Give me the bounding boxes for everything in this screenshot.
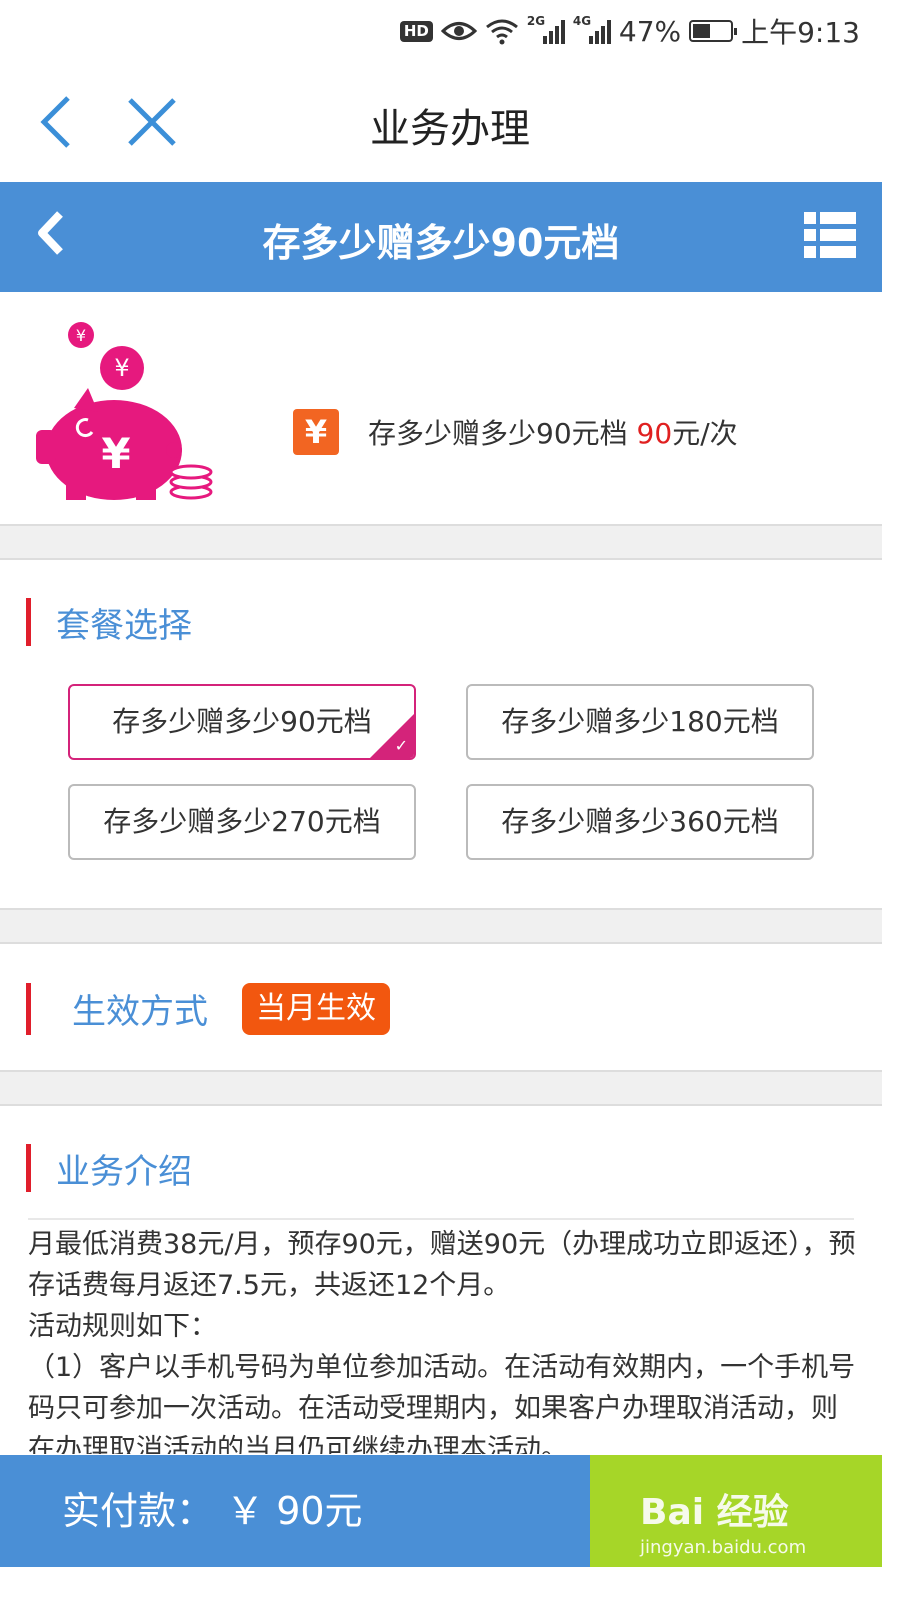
baidu-watermark: Bai 经验 jingyan.baidu.com [640, 1483, 806, 1558]
signal-4g-icon: 4G [573, 14, 611, 44]
bottom-bar: 实付款： ￥ 90元 Bai 经验 jingyan.baidu.com [0, 1455, 900, 1567]
clock: 上午9:13 [741, 16, 860, 49]
effect-section-title: 生效方式 [72, 992, 208, 1032]
svg-text:¥: ¥ [114, 354, 129, 382]
package-option-label: 存多少赠多少270元档 [103, 805, 381, 838]
product-price: 90 [636, 417, 673, 450]
app-header: 业务办理 [0, 62, 900, 182]
intro-divider [28, 1218, 854, 1220]
pay-label: 实付款： [62, 1489, 215, 1533]
section-marker [26, 1144, 31, 1192]
page-title: 存多少赠多少90元档 [262, 221, 620, 265]
page-header: 存多少赠多少90元档 [0, 182, 882, 292]
product-name: 存多少赠多少90元档 [368, 417, 628, 450]
signal-2g-icon: 2G [527, 14, 565, 44]
status-bar: HD 2G 4G 47% 上午9:13 [0, 0, 900, 62]
package-option-360[interactable]: 存多少赠多少360元档 [466, 784, 814, 860]
section-marker [26, 598, 31, 646]
package-option-label: 存多少赠多少360元档 [501, 805, 779, 838]
battery-icon [689, 20, 738, 42]
product-summary: 存多少赠多少90元档 90元/次 [368, 412, 738, 452]
watermark-sub: jingyan.baidu.com [640, 1537, 807, 1558]
product-unit: 元/次 [672, 417, 738, 450]
package-option-270[interactable]: 存多少赠多少270元档 [68, 784, 416, 860]
pay-amount: ￥ 90元 [226, 1489, 363, 1533]
intro-paragraph: （1）客户以手机号码为单位参加活动。在活动有效期内，一个手机号码只可参加一次活动… [28, 1352, 856, 1454]
pay-amount-box: 实付款： ￥ 90元 [0, 1455, 590, 1567]
intro-section-title: 业务介绍 [56, 1152, 192, 1192]
package-section-title: 套餐选择 [56, 606, 192, 646]
svg-text:¥: ¥ [101, 429, 130, 478]
effect-badge[interactable]: 当月生效 [242, 983, 390, 1035]
section-divider [0, 1070, 882, 1106]
intro-text: 月最低消费38元/月，预存90元，赠送90元（办理成功立即返还），预存话费每月返… [28, 1224, 858, 1454]
intro-paragraph: 活动规则如下： [28, 1311, 217, 1342]
piggy-bank-icon: ¥ ¥ ¥ [36, 322, 213, 500]
right-edge [882, 182, 900, 1600]
package-option-90[interactable]: 存多少赠多少90元档 ✓ [68, 684, 416, 760]
yuan-icon: ¥ [293, 409, 339, 455]
package-option-180[interactable]: 存多少赠多少180元档 [466, 684, 814, 760]
list-menu-icon[interactable] [804, 212, 856, 258]
section-marker [26, 983, 31, 1035]
svg-text:¥: ¥ [76, 326, 86, 345]
watermark-main: Bai 经验 [640, 1492, 789, 1533]
package-option-label: 存多少赠多少90元档 [112, 705, 372, 738]
app-title: 业务办理 [370, 106, 530, 152]
status-icons: HD 2G 4G 47% 上午9:13 [399, 12, 860, 50]
package-option-label: 存多少赠多少180元档 [501, 705, 779, 738]
intro-paragraph: 月最低消费38元/月，预存90元，赠送90元（办理成功立即返还），预存话费每月返… [28, 1229, 856, 1301]
check-icon: ✓ [394, 736, 408, 755]
wifi-icon [485, 19, 518, 45]
product-info: ¥ ¥ ¥ ¥ 存多少赠多少90元档 90元/次 [0, 292, 882, 524]
eye-icon [440, 22, 477, 40]
section-divider [0, 524, 882, 560]
battery-percent: 47% [618, 14, 682, 48]
hd-icon: HD [399, 20, 433, 42]
section-divider [0, 908, 882, 944]
